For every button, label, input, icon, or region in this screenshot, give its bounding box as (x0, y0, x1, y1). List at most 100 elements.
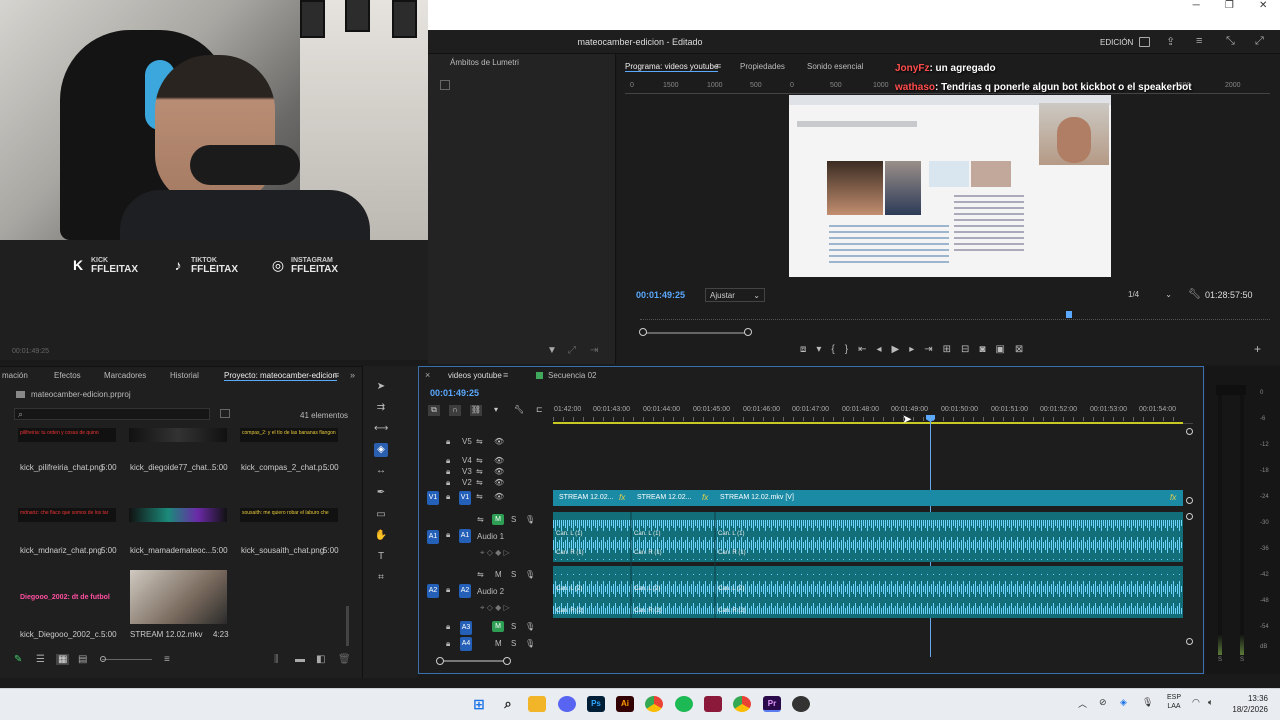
lock-icon[interactable]: 🔒︎ (446, 639, 450, 649)
work-area-bar[interactable] (553, 422, 1183, 424)
tab-information[interactable]: mación (2, 371, 28, 380)
expand-icon[interactable]: ⤢ (568, 345, 576, 356)
automate-icon[interactable]: ⫼ (274, 654, 279, 665)
chrome-icon[interactable] (645, 696, 663, 712)
tab-effects[interactable]: Efectos (54, 371, 81, 380)
new-bin-icon[interactable] (220, 409, 230, 418)
eye-icon[interactable]: 👁︎ (494, 456, 504, 465)
step-back-icon[interactable]: ◂ (876, 344, 881, 355)
obs-icon[interactable] (792, 696, 810, 712)
chevron-right-icon[interactable]: » (350, 370, 355, 380)
thumb-compas[interactable]: compas_2: y el tío de las bananas flango… (240, 428, 338, 442)
sync-icon[interactable]: ⇋ (476, 478, 483, 487)
eye-icon[interactable]: 👁︎ (494, 467, 504, 476)
thumb-diegoide77[interactable] (129, 428, 227, 442)
lock-icon[interactable]: 🔒︎ (446, 492, 450, 502)
menu-icon[interactable]: ≡ (1196, 35, 1202, 47)
lift-icon[interactable]: ⊞ (943, 344, 951, 355)
track-label[interactable]: A2 (459, 584, 471, 598)
tab-properties[interactable]: Propiedades (740, 62, 785, 71)
sync-icon[interactable]: ⇋ (476, 467, 483, 476)
fit-dropdown[interactable]: Ajustar ⌄ (705, 288, 765, 302)
snap-icon[interactable]: ∩ (449, 405, 461, 416)
settings-wrench-icon[interactable]: 🔧︎ (514, 405, 524, 414)
item-name[interactable]: kick_diegoide77_chat... (130, 463, 214, 472)
slip-tool-icon[interactable]: ↔ (374, 464, 388, 478)
program-scrubber[interactable] (640, 310, 1270, 320)
tray-mic-icon[interactable]: 🎙︎ (1142, 697, 1153, 708)
close-button[interactable]: ✕ (1259, 0, 1267, 16)
timeline-zoom-right[interactable] (503, 657, 511, 665)
sync-icon[interactable]: ⇋ (476, 456, 483, 465)
tab-sequence-videos-youtube[interactable]: videos youtube (448, 371, 502, 380)
quality-dropdown[interactable]: 1/4 ⌄ (1125, 288, 1175, 302)
mute-button[interactable]: M (492, 621, 504, 632)
mic-icon[interactable]: 🎙︎ (525, 570, 535, 579)
thumb-sousaith[interactable]: sousaith: me quiero robar el laburo che (240, 508, 338, 522)
illustrator-icon[interactable]: Ai (616, 696, 634, 712)
razor-tool-icon[interactable]: ◈ (374, 443, 388, 457)
program-playhead[interactable] (1066, 311, 1072, 318)
solo-left[interactable]: S (1218, 657, 1222, 663)
rar-icon[interactable] (704, 696, 722, 712)
mic-icon[interactable]: 🎙︎ (525, 515, 535, 524)
vscroll-handle-bottom[interactable] (1186, 638, 1193, 645)
tab-menu-icon[interactable]: ≡ (503, 370, 508, 380)
spotify-icon[interactable] (675, 696, 693, 712)
tray-app-icon[interactable]: ⊘ (1099, 697, 1107, 708)
eye-icon[interactable]: 👁︎ (494, 492, 504, 501)
track-label-a4[interactable]: A4 (460, 637, 472, 651)
solo-right[interactable]: S (1240, 657, 1244, 663)
ripple-edit-icon[interactable]: ⟷ (374, 422, 388, 436)
linked-selection-icon[interactable]: ⛓ (470, 405, 482, 416)
tray-network-icon[interactable]: ◈ (1120, 697, 1127, 708)
tab-program[interactable]: Programa: videos youtube (625, 62, 719, 72)
search-icon[interactable]: ⌕ (499, 696, 517, 712)
premiere-icon[interactable]: Pr (763, 696, 781, 712)
solo-button[interactable]: S (511, 622, 516, 631)
sort-icon[interactable]: ≡ (164, 654, 170, 665)
freeform-view-icon[interactable]: ▤ (78, 654, 87, 665)
go-to-out-icon[interactable]: ⇥ (924, 344, 932, 355)
volume-icon[interactable]: 🔈︎ (1208, 697, 1213, 708)
tab-essential-sound[interactable]: Sonido esencial (807, 62, 863, 71)
collapse-icon[interactable]: ⤡ (1226, 35, 1235, 48)
lock-icon[interactable]: 🔒︎ (446, 478, 450, 488)
timeline-timecode[interactable]: 00:01:49:25 (430, 388, 479, 398)
mute-button[interactable]: M (495, 570, 502, 579)
file-explorer-icon[interactable] (528, 696, 546, 712)
item-name[interactable]: kick_sousaith_chat.png (241, 546, 324, 555)
panel-icon[interactable] (1139, 37, 1150, 47)
item-name[interactable]: kick_pilifreiria_chat.png (20, 463, 103, 472)
add-marker-icon[interactable]: ▾ (494, 405, 498, 414)
vscroll-handle-mid[interactable] (1186, 497, 1193, 504)
selection-tool-icon[interactable]: ➤ (374, 380, 388, 394)
system-clock[interactable]: 13:36 18/2/2026 (1218, 693, 1268, 715)
marker-icon[interactable]: ▾ (816, 344, 821, 355)
eye-icon[interactable]: 👁︎ (494, 437, 504, 446)
thumb-mamademateoc[interactable] (129, 508, 227, 522)
lock-icon[interactable]: 🔒︎ (446, 585, 450, 595)
program-timecode[interactable]: 00:01:49:25 (636, 290, 685, 300)
hand-tool-icon[interactable]: ✋ (374, 529, 388, 543)
windows-start-icon[interactable]: ⊞ (470, 696, 488, 712)
sync-icon[interactable]: ⇋ (477, 515, 484, 524)
item-name[interactable]: kick_compas_2_chat.p... (241, 463, 329, 472)
export-frame-icon[interactable]: ⇥ (590, 345, 598, 356)
thumb-pilifreiria[interactable]: pilifreiria: tu orden y cosas de quino (18, 428, 116, 442)
tab-project[interactable]: Proyecto: mateocamber-edicion (224, 371, 337, 381)
eye-icon[interactable]: 👁︎ (494, 478, 504, 487)
type-tool-icon[interactable]: T (374, 550, 388, 564)
mark-in-icon[interactable]: { (831, 344, 834, 355)
step-forward-icon[interactable]: ▸ (909, 344, 914, 355)
track-label[interactable]: A1 (459, 529, 471, 543)
program-zoom-bar[interactable] (640, 332, 750, 334)
caption-tool-icon[interactable]: ⌗ (374, 571, 388, 585)
new-item-icon[interactable]: ◧ (316, 654, 325, 665)
tab-sequence-02[interactable]: Secuencia 02 (548, 371, 596, 380)
project-search-input[interactable]: ⌕ (14, 408, 210, 420)
track-select-icon[interactable]: ⇉ (374, 401, 388, 415)
mute-button[interactable]: M (495, 639, 502, 648)
track-label[interactable]: V1 (459, 491, 471, 505)
lock-icon[interactable]: 🔒︎ (446, 456, 450, 466)
